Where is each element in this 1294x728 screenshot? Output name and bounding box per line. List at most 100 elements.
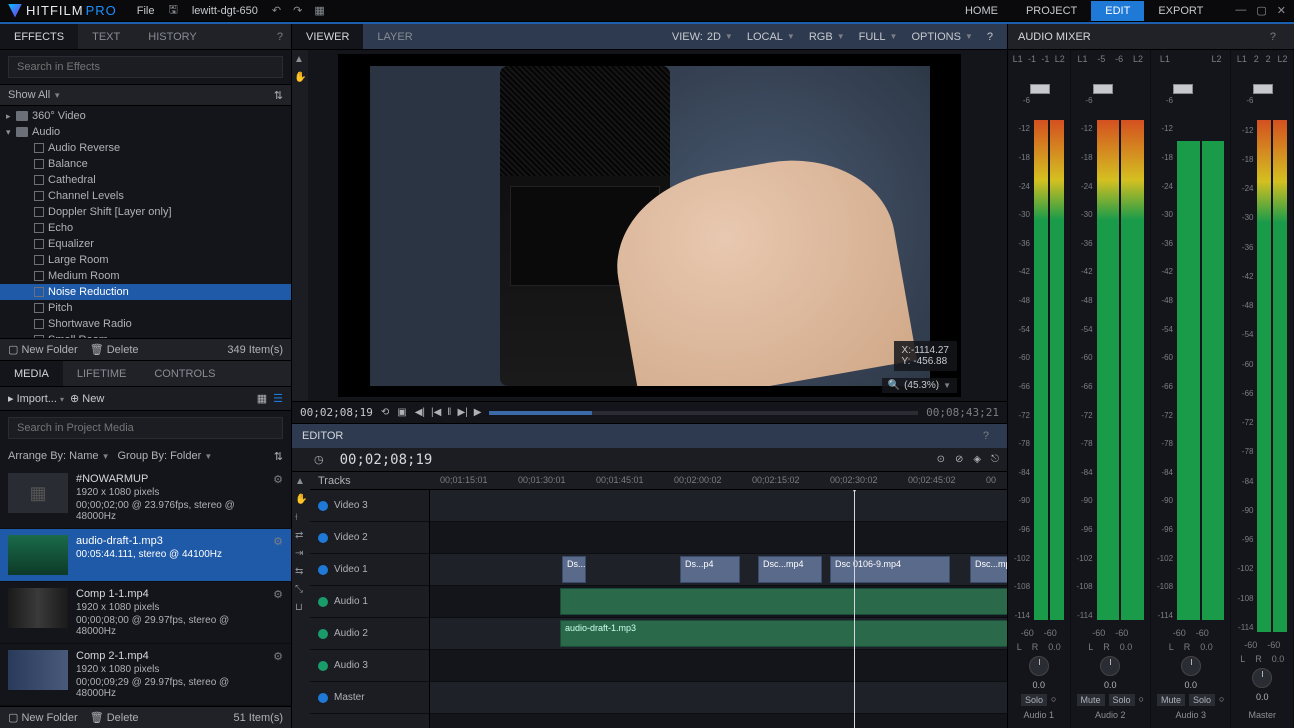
mixer-help-icon[interactable]: ? [1270,31,1276,43]
tl-slice-icon[interactable]: ⟊ [295,512,307,524]
tl-snap-icon[interactable]: ⊔ [295,602,307,614]
audio-clip[interactable] [560,588,1007,615]
link-icon[interactable]: ⊘ [955,454,963,465]
nav-home[interactable]: HOME [951,1,1012,21]
track-header[interactable]: Audio 2 [310,618,429,650]
tab-text[interactable]: TEXT [78,24,134,49]
view-list-icon[interactable]: ☰ [273,392,283,405]
effect-item[interactable]: Audio Reverse [0,140,291,156]
tree-folder[interactable]: ▸360° Video [0,108,291,124]
tl-slip-icon[interactable]: ⇄ [295,530,307,542]
sort-icon[interactable]: ⇅ [274,450,283,463]
media-search-input[interactable] [8,417,283,439]
track-visibility-icon[interactable] [318,693,328,703]
track-header[interactable]: Audio 1 [310,586,429,618]
pan-knob[interactable] [1252,668,1272,688]
new-folder-button[interactable]: ▢ New Folder [8,343,78,356]
effects-search-input[interactable] [8,56,283,78]
new-button[interactable]: ⊕ New [70,392,104,405]
effect-item[interactable]: Pitch [0,300,291,316]
fader-knob[interactable] [1253,84,1273,94]
track-header[interactable]: Video 2 [310,522,429,554]
snap-icon[interactable]: ⊙ [937,454,945,465]
track-visibility-icon[interactable] [318,565,328,575]
editor-help-icon[interactable]: ? [983,430,989,442]
save-icon[interactable]: 🖫 [168,1,177,20]
menu-file[interactable]: File [137,5,155,17]
options-dropdown[interactable]: OPTIONS ▼ [905,29,978,45]
close-icon[interactable]: ✕ [1277,4,1286,17]
pan-knob[interactable] [1029,656,1049,676]
video-clip[interactable]: Ds...p4 [562,556,586,583]
new-folder-button[interactable]: ▢ New Folder [8,711,78,724]
loop-icon[interactable]: ⟲ [381,407,389,418]
effect-item[interactable]: Noise Reduction [0,284,291,300]
play-icon[interactable]: ▶ [474,407,482,418]
track-lane[interactable] [430,586,1007,618]
effect-item[interactable]: Large Room [0,252,291,268]
gear-icon[interactable]: ⚙ [273,473,283,522]
tree-folder[interactable]: ▾Audio [0,124,291,140]
show-all-dropdown[interactable]: Show All ▼ [8,89,61,101]
nav-project[interactable]: PROJECT [1012,1,1091,21]
pan-knob[interactable] [1181,656,1201,676]
skip-back-icon[interactable]: |◀ [431,407,441,418]
delete-button[interactable]: 🗑 Delete [90,711,139,724]
tl-hand-icon[interactable]: ✋ [295,494,307,506]
track-header[interactable]: Video 3 [310,490,429,522]
delete-button[interactable]: 🗑 Delete [90,343,139,356]
effect-item[interactable]: Doppler Shift [Layer only] [0,204,291,220]
arrange-by-dropdown[interactable]: Arrange By: Name ▼ [8,450,109,462]
view-grid-icon[interactable]: ▦ [257,392,267,405]
track-visibility-icon[interactable] [318,533,328,543]
track-lane[interactable] [430,650,1007,682]
group-by-dropdown[interactable]: Group By: Folder ▼ [117,450,212,462]
gear-icon[interactable]: ⚙ [273,650,283,699]
nav-edit[interactable]: EDIT [1091,1,1144,21]
export-icon[interactable]: ⎋ [991,454,999,465]
track-header[interactable]: Master [310,682,429,714]
tab-controls[interactable]: CONTROLS [140,361,229,386]
tab-viewer[interactable]: VIEWER [292,24,363,49]
out-icon[interactable]: ▣ [397,407,406,418]
effect-item[interactable]: Equalizer [0,236,291,252]
select-tool-icon[interactable]: ▲ [294,54,306,66]
track-visibility-icon[interactable] [318,597,328,607]
tab-layer[interactable]: LAYER [363,24,426,49]
track-header[interactable]: Video 1 [310,554,429,586]
media-item[interactable]: audio-draft-1.mp300:05:44.111, stereo @ … [0,529,291,582]
effect-item[interactable]: Shortwave Radio [0,316,291,332]
effect-item[interactable]: Channel Levels [0,188,291,204]
video-clip[interactable]: Ds...p4 [680,556,740,583]
effect-item[interactable]: Medium Room [0,268,291,284]
tl-select-icon[interactable]: ▲ [295,476,307,488]
editor-timecode[interactable]: 00;02;08;19 [340,452,433,468]
local-dropdown[interactable]: LOCAL ▼ [741,29,801,45]
gear-icon[interactable]: ⚙ [273,535,283,575]
solo-button[interactable]: Solo [1021,694,1047,706]
track-lanes[interactable]: Ds...p4Ds...p4Dsc...mp4Dsc 0106-9.mp4Dsc… [430,490,1007,728]
redo-icon[interactable]: ↷ [293,4,302,17]
tl-rate-icon[interactable]: ⤡ [295,584,307,596]
video-clip[interactable]: Dsc 0106-9.mp4 [830,556,950,583]
skip-fwd-icon[interactable]: ▶| [457,407,467,418]
tl-roll-icon[interactable]: ⇆ [295,566,307,578]
marker-icon[interactable]: ◈ [973,454,981,465]
fader-knob[interactable] [1030,84,1050,94]
view-mode-dropdown[interactable]: VIEW: 2D ▼ [666,29,739,45]
track-lane[interactable]: audio-draft-1.mp3 [430,618,1007,650]
track-visibility-icon[interactable] [318,661,328,671]
tab-history[interactable]: HISTORY [134,24,211,49]
audio-clip[interactable]: audio-draft-1.mp3 [560,620,1007,647]
tab-lifetime[interactable]: LIFETIME [63,361,141,386]
video-clip[interactable]: Dsc...mp4 [970,556,1007,583]
timecode-display[interactable]: 00;02;08;19 [300,406,373,419]
media-item[interactable]: Comp 2-1.mp41920 x 1080 pixels00;00;09;2… [0,644,291,706]
grid-icon[interactable]: ▦ [314,4,324,17]
sort-icon[interactable]: ⇅ [274,89,283,102]
track-header[interactable]: Audio 3 [310,650,429,682]
nav-export[interactable]: EXPORT [1144,1,1217,21]
tab-effects[interactable]: EFFECTS [0,24,78,49]
prev-frame-icon[interactable]: ◀| [415,407,425,418]
import-button[interactable]: ▸ Import... ▾ [8,392,64,405]
